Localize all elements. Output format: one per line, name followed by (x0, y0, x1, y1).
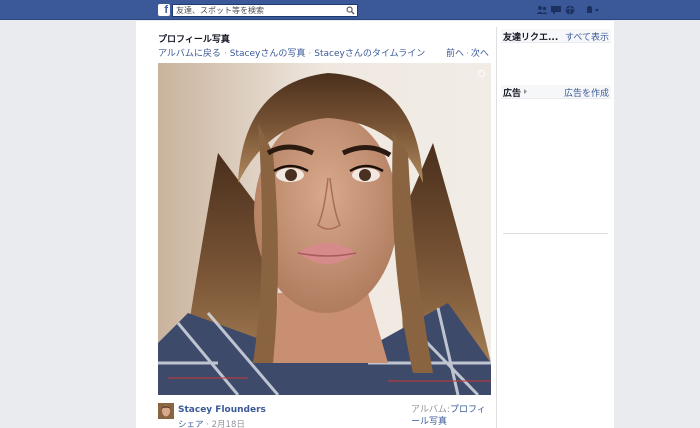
friends-icon[interactable] (536, 4, 548, 16)
avatar-image (158, 403, 174, 419)
breadcrumb: アルバムに戻る · Staceyさんの写真 · Staceyさんのタイムライン (158, 46, 425, 59)
top-bar: f (0, 0, 700, 20)
photo-pager: 前へ · 次へ (446, 46, 489, 59)
album-info: アルバム:プロフィール写真 (411, 404, 487, 428)
stacey-timeline-link[interactable]: Staceyさんのタイムライン (314, 49, 425, 59)
search-icon[interactable] (346, 6, 355, 15)
page-title: プロフィール写真 (158, 35, 230, 45)
messages-icon[interactable] (550, 4, 562, 16)
breadcrumb-separator: · (308, 49, 312, 59)
owner-name-link[interactable]: Stacey Flounders (178, 405, 266, 415)
previous-photo-link[interactable]: 前へ (446, 49, 464, 59)
photo-options-icon[interactable] (477, 69, 486, 78)
ad-choices-icon[interactable] (523, 88, 528, 95)
avatar[interactable] (158, 403, 174, 419)
share-link[interactable]: シェア (178, 420, 204, 428)
create-ad-link[interactable]: 広告を作成 (564, 86, 609, 99)
breadcrumb-separator: · (223, 49, 227, 59)
sidebar-divider (503, 233, 608, 234)
post-date[interactable]: 2月18日 (212, 420, 245, 428)
ads-header: 広告 広告を作成 (501, 85, 611, 99)
column-divider (496, 27, 497, 428)
see-all-link[interactable]: すべて表示 (565, 30, 609, 43)
stacey-photos-link[interactable]: Staceyさんの写真 (230, 49, 306, 59)
post-meta: シェア · 2月18日 (178, 418, 245, 428)
facebook-logo-icon[interactable]: f (158, 4, 170, 16)
friend-requests-header: 友達リクエ... すべて表示 (501, 29, 611, 43)
back-to-album-link[interactable]: アルバムに戻る (158, 49, 221, 59)
album-prefix: アルバム: (411, 405, 450, 415)
search-input[interactable] (173, 5, 343, 16)
notifications-icon[interactable] (564, 4, 576, 16)
profile-photo-image (158, 63, 491, 395)
search-box (172, 4, 358, 17)
pager-separator: · (466, 49, 469, 59)
settings-icon[interactable] (586, 4, 600, 16)
next-photo-link[interactable]: 次へ (471, 49, 489, 59)
profile-photo[interactable] (158, 63, 491, 395)
friend-requests-title: 友達リクエ... (503, 33, 559, 43)
ads-title: 広告 (503, 89, 522, 99)
